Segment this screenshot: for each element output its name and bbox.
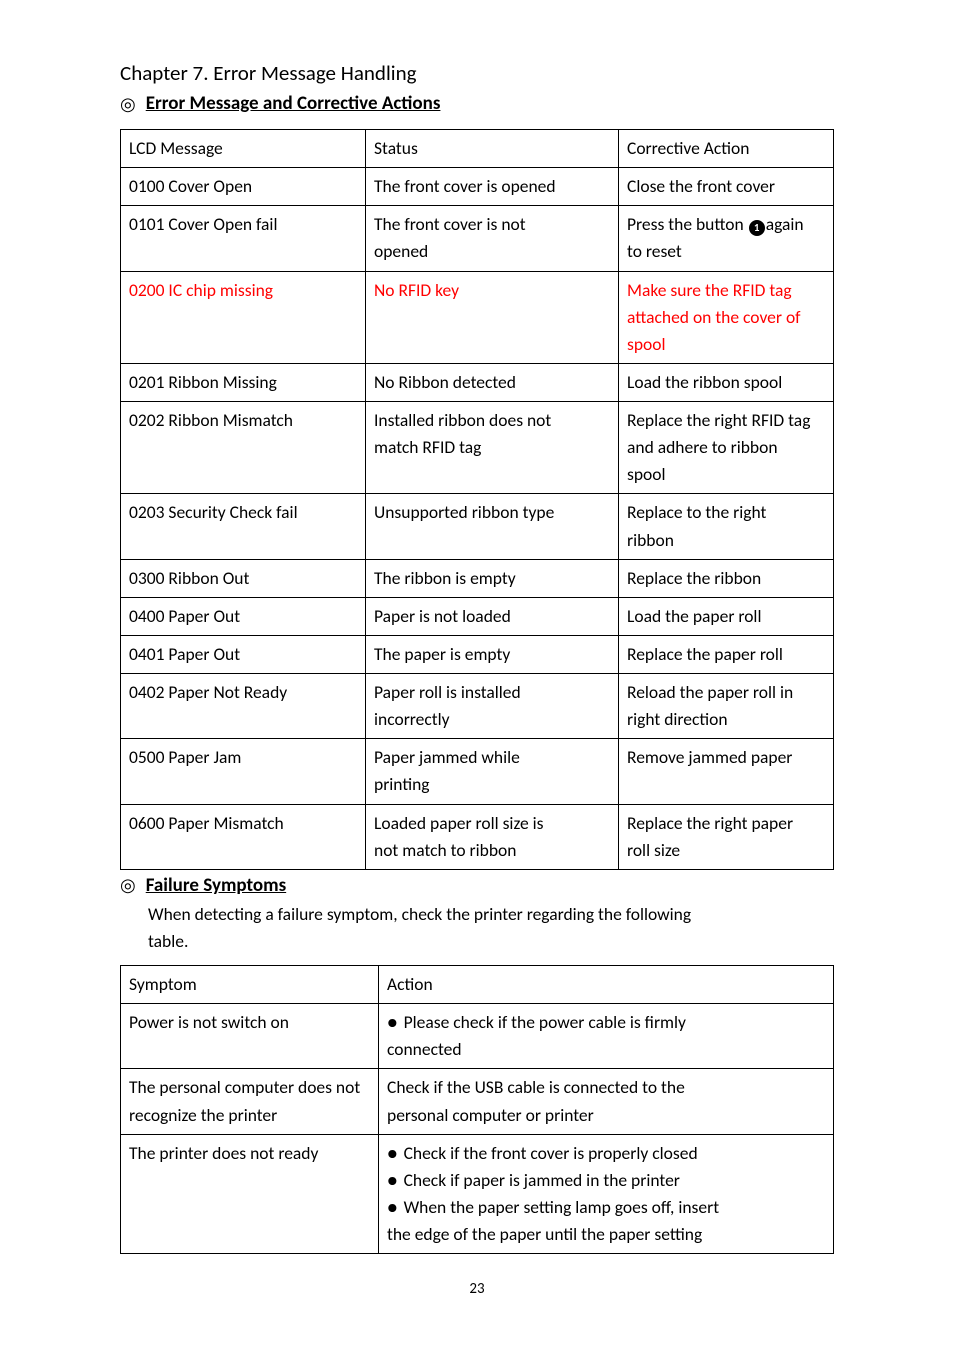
double-circle-icon: ◎ (120, 876, 136, 894)
error-table: LCD Message Status Corrective Action 010… (120, 129, 834, 870)
header-cell: Symptom (121, 966, 379, 1004)
table-row: The printer does not ready ● Check if th… (121, 1134, 834, 1254)
table-row: 0101 Cover Open fail The front cover is … (121, 206, 834, 271)
table-row: 0400 Paper Out Paper is not loaded Load … (121, 597, 834, 635)
table-row: LCD Message Status Corrective Action (121, 130, 834, 168)
table-row: 0201 Ribbon Missing No Ribbon detected L… (121, 363, 834, 401)
bullet-icon: ● (387, 1167, 398, 1194)
bullet-icon: ● (387, 1194, 398, 1221)
header-cell: Action (379, 966, 834, 1004)
table-row: Power is not switch on ● Please check if… (121, 1004, 834, 1069)
table-row: 0100 Cover Open The front cover is opene… (121, 168, 834, 206)
table-row: 0500 Paper Jam Paper jammed whileprintin… (121, 739, 834, 804)
table-row: 0300 Ribbon Out The ribbon is empty Repl… (121, 559, 834, 597)
section-paragraph: When detecting a failure symptom, check … (148, 901, 834, 955)
table-row: 0600 Paper Mismatch Loaded paper roll si… (121, 804, 834, 869)
table-row: 0203 Security Check fail Unsupported rib… (121, 494, 834, 559)
header-cell: Status (366, 130, 619, 168)
table-row: 0202 Ribbon Mismatch Installed ribbon do… (121, 402, 834, 494)
button-1-icon: 1 (749, 220, 765, 236)
double-circle-icon: ◎ (120, 95, 136, 113)
table-row: The personal computer does notrecognize … (121, 1069, 834, 1134)
header-cell: Corrective Action (619, 130, 834, 168)
section-header-2: ◎ Failure Symptoms (120, 874, 834, 897)
chapter-title: Chapter 7. Error Message Handling (120, 60, 834, 86)
header-cell: LCD Message (121, 130, 366, 168)
bullet-icon: ● (387, 1009, 398, 1036)
symptom-table: Symptom Action Power is not switch on ● … (120, 965, 834, 1254)
section-header-1: ◎ Error Message and Corrective Actions (120, 92, 834, 115)
table-row: 0200 IC chip missing No RFID key Make su… (121, 271, 834, 363)
bullet-icon: ● (387, 1140, 398, 1167)
page-number: 23 (120, 1280, 834, 1298)
section-title-2: Failure Symptoms (146, 874, 286, 897)
table-row: Symptom Action (121, 966, 834, 1004)
table-row: 0402 Paper Not Ready Paper roll is insta… (121, 674, 834, 739)
section-title-1: Error Message and Corrective Actions (146, 92, 441, 115)
table-row: 0401 Paper Out The paper is empty Replac… (121, 635, 834, 673)
